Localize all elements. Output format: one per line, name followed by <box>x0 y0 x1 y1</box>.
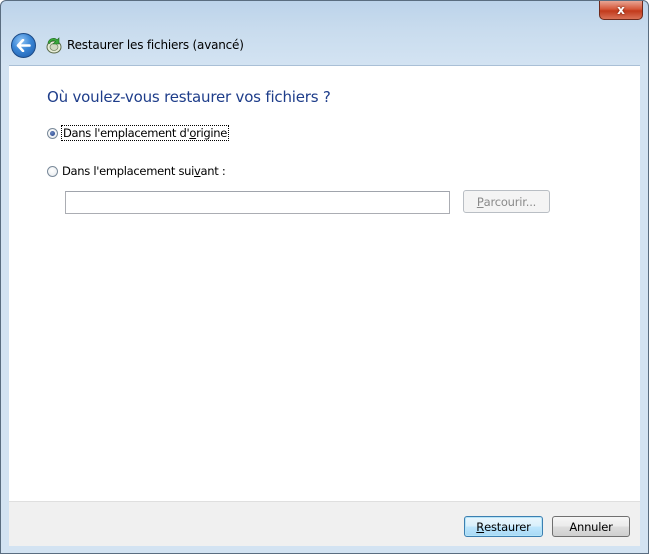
close-button[interactable]: x <box>599 1 643 20</box>
back-arrow-icon <box>16 39 31 52</box>
restore-icon <box>46 37 62 54</box>
back-button[interactable] <box>11 33 36 58</box>
cancel-button[interactable]: Annuler <box>552 516 630 537</box>
option-original-location[interactable]: Dans l'emplacement d'origine <box>47 125 230 141</box>
window-title: Restaurer les fichiers (avancé) <box>67 38 244 52</box>
option-custom-label[interactable]: Dans l'emplacement suivant : <box>62 164 226 178</box>
radio-custom-location[interactable] <box>47 165 58 177</box>
radio-original-location[interactable] <box>47 127 58 139</box>
option-custom-location[interactable]: Dans l'emplacement suivant : <box>47 164 226 178</box>
close-icon: x <box>617 3 625 17</box>
wizard-window: x Restaurer les fichiers (avancé) Où vou… <box>0 0 649 554</box>
browse-button[interactable]: Parcourir... <box>463 190 550 213</box>
restore-button[interactable]: Restaurer <box>464 516 543 537</box>
option-original-label[interactable]: Dans l'emplacement d'origine <box>60 125 230 141</box>
location-path-input[interactable] <box>65 191 450 214</box>
page-heading: Où voulez-vous restaurer vos fichiers ? <box>47 88 331 106</box>
footer-bar: Restaurer Annuler <box>9 501 640 546</box>
content-panel: Où voulez-vous restaurer vos fichiers ? … <box>9 65 640 501</box>
